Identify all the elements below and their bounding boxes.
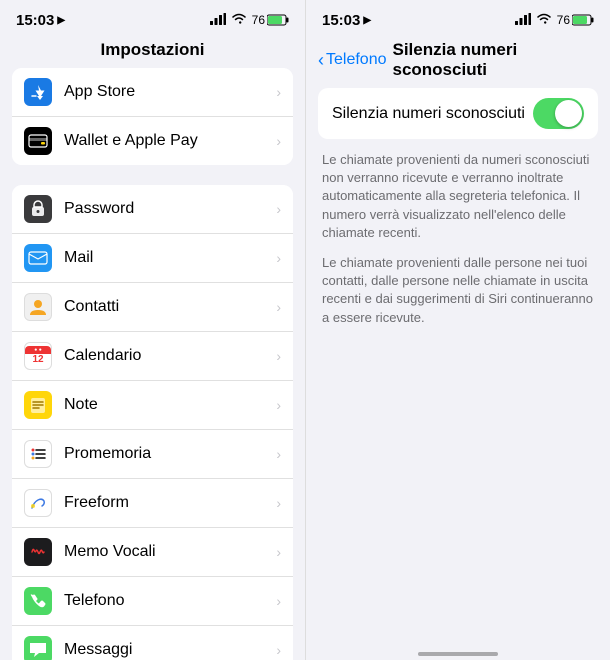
password-label: Password — [64, 200, 276, 218]
toggle-knob — [555, 100, 582, 127]
left-battery-icon: 76 — [252, 13, 289, 27]
mail-label: Mail — [64, 249, 276, 267]
telefono-label: Telefono — [64, 592, 276, 610]
calendar-label: Calendario — [64, 347, 276, 365]
wallet-label: Wallet e Apple Pay — [64, 132, 276, 150]
left-page-title: Impostazioni — [0, 36, 305, 68]
telefono-chevron: › — [276, 593, 281, 609]
right-status-icons: 76 — [515, 13, 594, 28]
right-status-bar: 15:03 ▶ 76 — [306, 0, 610, 36]
freeform-icon — [24, 489, 52, 517]
settings-group-2: Password › Mail › — [12, 185, 293, 660]
settings-item-reminder[interactable]: Promemoria › — [12, 430, 293, 479]
freeform-chevron: › — [276, 495, 281, 511]
right-battery-icon: 76 — [557, 13, 594, 27]
messaggi-label: Messaggi — [64, 641, 276, 659]
memovocali-chevron: › — [276, 544, 281, 560]
right-content: Silenzia numeri sconosciuti Le chiamate … — [306, 88, 610, 640]
reminder-icon — [24, 440, 52, 468]
right-signal-icon — [515, 13, 531, 28]
reminder-chevron: › — [276, 446, 281, 462]
messaggi-icon — [24, 636, 52, 660]
back-button[interactable]: ‹ Telefono — [318, 50, 387, 71]
settings-item-calendar[interactable]: ● ● 12 Calendario › — [12, 332, 293, 381]
description-2: Le chiamate provenienti dalle persone ne… — [322, 254, 594, 327]
left-status-time: 15:03 ▶ — [16, 12, 65, 29]
memovocali-label: Memo Vocali — [64, 543, 276, 561]
right-panel: 15:03 ▶ 76 — [305, 0, 610, 660]
mail-chevron: › — [276, 250, 281, 266]
back-chevron-icon: ‹ — [318, 50, 324, 71]
settings-item-appstore[interactable]: App Store › — [12, 68, 293, 117]
right-wifi-icon — [536, 13, 552, 28]
settings-item-contacts[interactable]: Contatti › — [12, 283, 293, 332]
left-wifi-icon — [231, 13, 247, 28]
left-time-text: 15:03 — [16, 12, 54, 29]
reminder-label: Promemoria — [64, 445, 276, 463]
left-status-bar: 15:03 ▶ 76 — [0, 0, 305, 36]
password-chevron: › — [276, 201, 281, 217]
right-status-time: 15:03 ▶ — [322, 12, 371, 29]
memovocali-icon — [24, 538, 52, 566]
description-1: Le chiamate provenienti da numeri sconos… — [322, 151, 594, 242]
settings-item-mail[interactable]: Mail › — [12, 234, 293, 283]
left-signal-icon — [210, 13, 226, 28]
appstore-chevron: › — [276, 84, 281, 100]
silenzia-toggle[interactable] — [533, 98, 584, 129]
telefono-icon — [24, 587, 52, 615]
appstore-icon — [24, 78, 52, 106]
left-location-icon: ▶ — [57, 15, 65, 26]
calendar-icon: ● ● 12 — [24, 342, 52, 370]
back-label: Telefono — [326, 51, 387, 69]
mail-icon — [24, 244, 52, 272]
appstore-label: App Store — [64, 83, 276, 101]
contacts-chevron: › — [276, 299, 281, 315]
right-time-text: 15:03 — [322, 12, 360, 29]
right-location-icon: ▶ — [363, 15, 371, 26]
right-battery-text: 76 — [557, 13, 570, 27]
right-bottom-bar — [306, 640, 610, 660]
left-settings-list: App Store › Wallet e Apple Pay › — [0, 68, 305, 660]
right-nav-header: ‹ Telefono Silenzia numeri sconosciuti — [306, 36, 610, 88]
freeform-label: Freeform — [64, 494, 276, 512]
right-description: Le chiamate provenienti da numeri sconos… — [318, 151, 598, 327]
note-chevron: › — [276, 397, 281, 413]
left-panel: 15:03 ▶ 76 — [0, 0, 305, 660]
settings-item-messaggi[interactable]: Messaggi › — [12, 626, 293, 660]
toggle-row: Silenzia numeri sconosciuti — [318, 88, 598, 139]
left-battery-text: 76 — [252, 13, 265, 27]
note-icon — [24, 391, 52, 419]
calendar-chevron: › — [276, 348, 281, 364]
messaggi-chevron: › — [276, 642, 281, 658]
settings-group-1: App Store › Wallet e Apple Pay › — [12, 68, 293, 165]
wallet-chevron: › — [276, 133, 281, 149]
contacts-label: Contatti — [64, 298, 276, 316]
password-icon — [24, 195, 52, 223]
settings-item-memovocali[interactable]: Memo Vocali › — [12, 528, 293, 577]
left-status-icons: 76 — [210, 13, 289, 28]
settings-item-password[interactable]: Password › — [12, 185, 293, 234]
settings-item-wallet[interactable]: Wallet e Apple Pay › — [12, 117, 293, 165]
settings-item-freeform[interactable]: Freeform › — [12, 479, 293, 528]
note-label: Note — [64, 396, 276, 414]
toggle-label: Silenzia numeri sconosciuti — [332, 105, 525, 123]
settings-item-telefono[interactable]: Telefono › — [12, 577, 293, 626]
wallet-icon — [24, 127, 52, 155]
home-indicator — [418, 652, 498, 656]
settings-item-note[interactable]: Note › — [12, 381, 293, 430]
contacts-icon — [24, 293, 52, 321]
right-page-title: Silenzia numeri sconosciuti — [393, 40, 599, 80]
